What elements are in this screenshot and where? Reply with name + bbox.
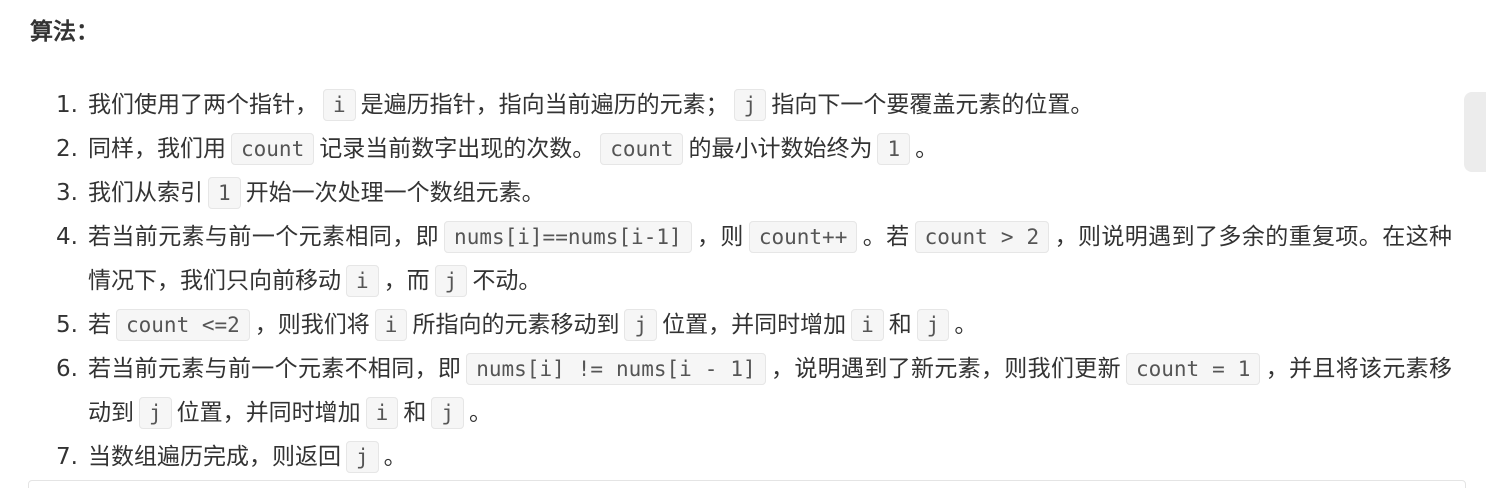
step-text: ，则 xyxy=(696,224,744,250)
step-text: 当数组遍历完成，则返回 xyxy=(88,444,341,470)
list-item-number: 3. xyxy=(56,180,78,206)
inline-code: count > 2 xyxy=(914,221,1050,253)
step-text: 我们使用了两个指针， xyxy=(88,92,318,118)
list-item: 3. 我们从索引 1 开始一次处理一个数组元素。 xyxy=(30,171,1466,215)
inline-code: count xyxy=(231,133,315,165)
algorithm-steps-list: 1. 我们使用了两个指针， i 是遍历指针，指向当前遍历的元素； j 指向下一个要覆盖元… xyxy=(30,83,1466,479)
step-text: 位置，并同时增加 xyxy=(662,312,847,338)
step-text: 。 xyxy=(383,444,407,470)
list-item-number: 7. xyxy=(56,444,78,470)
list-item: 2. 同样，我们用 count 记录当前数字出现的次数。 count 的最小计数始终为 1… xyxy=(30,127,1466,171)
step-text: 若 xyxy=(88,312,111,338)
inline-code: j xyxy=(139,397,172,429)
inline-code: 1 xyxy=(208,177,241,209)
step-text: 记录当前数字出现的次数。 xyxy=(319,136,596,162)
step-text: 指向下一个要覆盖元素的位置。 xyxy=(771,92,1094,118)
inline-code: j xyxy=(434,265,468,297)
step-text: 不动。 xyxy=(472,268,542,294)
section-heading: 算法： xyxy=(30,19,99,45)
inline-code: nums[i] != nums[i - 1] xyxy=(466,353,766,385)
step-text: ，说明遇到了新元素，则我们更新 xyxy=(770,356,1121,382)
list-item-number: 5. xyxy=(56,312,78,338)
list-item: 4. 若当前元素与前一个元素相同，即 nums[i]==nums[i-1] ，则 co… xyxy=(30,215,1466,303)
inline-code: count = 1 xyxy=(1125,353,1261,385)
inline-code: 1 xyxy=(877,133,911,165)
step-text: 若当前元素与前一个元素相同，即 xyxy=(88,224,440,250)
step-text: 的最小计数始终为 xyxy=(688,136,873,162)
step-text: 若当前元素与前一个元素不相同，即 xyxy=(88,356,462,382)
list-item: 5. 若 count <=2 ，则我们将 i 所指向的元素移动到 j 位置，并同时增加 i 和 j… xyxy=(30,303,1466,347)
step-text: ，则我们将 xyxy=(254,312,370,338)
step-text: 我们从索引 xyxy=(88,180,203,206)
step-text: 所指向的元素移动到 xyxy=(412,312,620,338)
list-item: 7. 当数组遍历完成，则返回 j。 xyxy=(30,435,1466,479)
list-item-number: 1. xyxy=(56,92,78,118)
list-item-number: 2. xyxy=(56,136,78,162)
inline-code: j xyxy=(624,309,658,341)
inline-code: j xyxy=(916,309,950,341)
list-item: 1. 我们使用了两个指针， i 是遍历指针，指向当前遍历的元素； j 指向下一个要覆盖元… xyxy=(30,83,1466,127)
inline-code: i xyxy=(346,265,379,297)
inline-code: i xyxy=(323,89,356,121)
inline-code: count xyxy=(600,133,684,165)
step-text: 开始一次处理一个数组元素。 xyxy=(245,180,545,206)
inline-code: count <=2 xyxy=(116,309,250,341)
list-item: 6. 若当前元素与前一个元素不相同，即 nums[i] != nums[i - 1… xyxy=(30,347,1466,435)
inline-code: nums[i]==nums[i-1] xyxy=(444,221,692,253)
step-text: 位置，并同时增加 xyxy=(176,400,361,426)
step-text: 和 xyxy=(888,312,912,338)
step-text: 。 xyxy=(915,136,939,162)
step-text: 。 xyxy=(468,400,492,426)
code-block-container xyxy=(28,480,1466,488)
step-text: 和 xyxy=(403,400,427,426)
side-panel-tab[interactable] xyxy=(1464,92,1486,172)
step-text: 同样，我们用 xyxy=(88,136,226,162)
list-item-number: 4. xyxy=(56,224,78,250)
inline-code: j xyxy=(431,397,464,429)
step-text: ，而 xyxy=(383,268,430,294)
list-item-number: 6. xyxy=(56,356,78,382)
step-text: 。 xyxy=(954,312,978,338)
inline-code: i xyxy=(365,397,399,429)
step-text: 是遍历指针，指向当前遍历的元素； xyxy=(360,92,729,118)
step-text: 。若 xyxy=(862,224,910,250)
inline-code: count++ xyxy=(748,221,858,253)
inline-code: j xyxy=(346,441,379,473)
inline-code: i xyxy=(374,309,408,341)
inline-code: i xyxy=(851,309,884,341)
inline-code: j xyxy=(733,89,767,121)
